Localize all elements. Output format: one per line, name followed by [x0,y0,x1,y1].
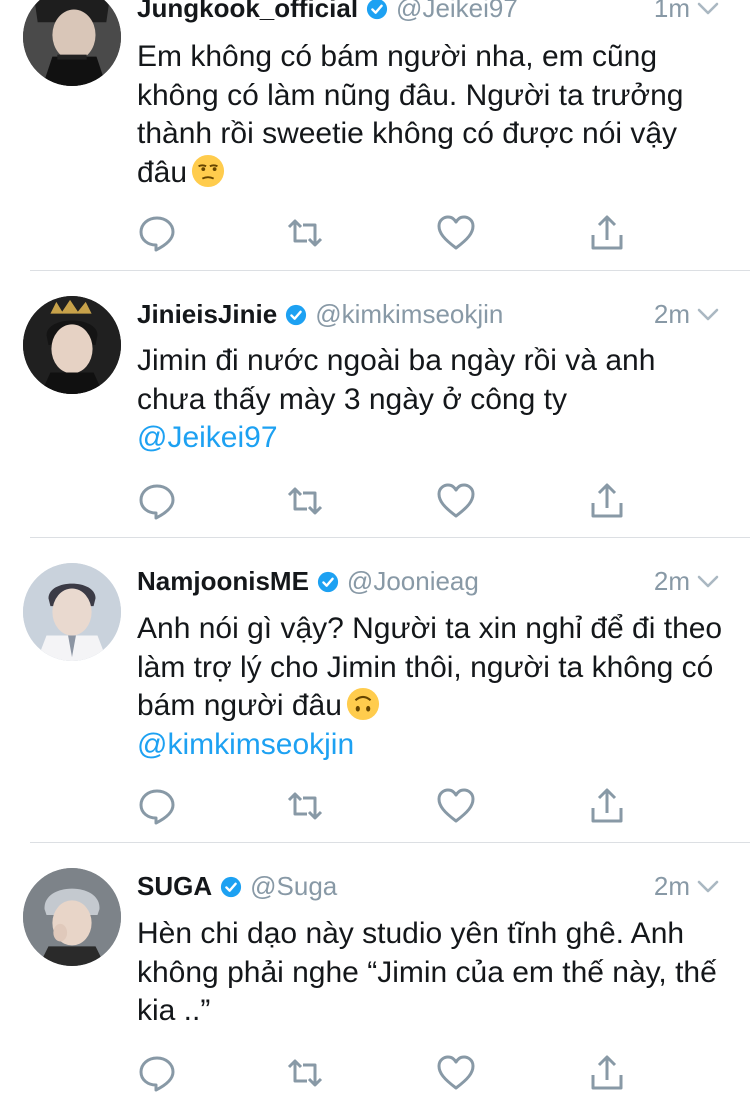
heart-icon [437,1055,475,1090]
tweet-actions [137,1053,637,1093]
avatar[interactable] [23,563,121,661]
tweet-actions [137,481,637,521]
user-handle[interactable]: @Suga [250,871,337,901]
display-name[interactable]: SUGA @Suga [137,869,337,903]
reply-button[interactable] [137,213,177,253]
tweet-1[interactable]: Jungkook_official @Jeikei97 1m Em không c… [0,0,750,270]
tweet-text: Hèn chi dạo này studio yên tĩnh ghê. Anh… [137,917,726,1027]
reply-button[interactable] [137,1053,177,1093]
mention-link[interactable]: @kimkimseokjin [137,728,354,761]
like-button[interactable] [436,786,476,826]
mention-link[interactable]: @Jeikei97 [137,421,278,454]
tweet-2[interactable]: JinieisJinie @kimkimseokjin 2m Jimin đi n… [0,271,750,537]
chevron-down-icon[interactable] [696,877,720,895]
share-button[interactable] [587,213,627,253]
like-button[interactable] [436,1053,476,1093]
retweet-button[interactable] [285,786,325,826]
retweet-button[interactable] [285,481,325,521]
verified-badge-icon [317,571,339,593]
retweet-button[interactable] [285,1053,325,1093]
heart-icon [437,215,475,250]
tweet-actions [137,786,637,826]
unamused-face-emoji [192,154,225,187]
chevron-down-icon[interactable] [696,572,720,590]
retweet-icon [287,219,323,247]
retweet-icon [287,1059,323,1087]
reply-icon [139,484,175,520]
timestamp: 2m [653,299,690,329]
retweet-icon [287,487,323,515]
tweet-header: NamjoonisME @Joonieag 2m [137,564,720,604]
verified-badge-icon [221,876,242,898]
share-button[interactable] [587,481,627,521]
tweet-text: Anh nói gì vậy? Người ta xin nghỉ để đi … [137,612,731,761]
heart-icon [437,483,475,518]
tweet-header: JinieisJinie @kimkimseokjin 2m [137,297,720,337]
retweet-button[interactable] [285,213,325,253]
share-icon [591,483,623,518]
upside-down-face-emoji [346,687,379,721]
share-icon [591,215,623,250]
timestamp: 2m [653,566,690,596]
tweet-text: Jimin đi nước ngoài ba ngày rồi và anh c… [137,344,664,454]
user-handle[interactable]: @Joonieag [347,566,479,596]
tweet-3[interactable]: NamjoonisME @Joonieag 2m Anh nói gì vậy? … [0,538,750,842]
chevron-down-icon[interactable] [696,305,720,323]
avatar[interactable] [23,0,121,86]
tweet-text: Em không có bám người nha, em cũng không… [137,40,692,189]
tweet-4[interactable]: SUGA @Suga 2m Hèn chi dạo này studio yên … [0,843,750,1092]
reply-icon [139,1056,175,1092]
display-name[interactable]: Jungkook_official @Jeikei97 [137,0,518,25]
tweet-actions [137,213,637,253]
reply-icon [139,216,175,252]
user-handle[interactable]: @Jeikei97 [396,0,518,23]
timestamp: 2m [653,871,690,901]
verified-badge-icon [286,304,307,326]
like-button[interactable] [436,213,476,253]
verified-badge-icon [366,0,388,20]
avatar[interactable] [23,296,121,394]
reply-button[interactable] [137,481,177,521]
share-button[interactable] [587,1053,627,1093]
user-handle[interactable]: @kimkimseokjin [315,299,503,329]
retweet-icon [287,792,323,820]
heart-icon [437,788,475,823]
share-button[interactable] [587,786,627,826]
timestamp: 1m [653,0,690,23]
tweet-header: Jungkook_official @Jeikei97 1m [137,0,720,31]
avatar[interactable] [23,868,121,966]
tweet-header: SUGA @Suga 2m [137,869,720,909]
display-name[interactable]: JinieisJinie @kimkimseokjin [137,297,503,331]
like-button[interactable] [436,481,476,521]
reply-button[interactable] [137,786,177,826]
reply-icon [139,789,175,825]
chevron-down-icon[interactable] [696,0,720,17]
display-name[interactable]: NamjoonisME @Joonieag [137,564,479,598]
share-icon [591,788,623,823]
share-icon [591,1055,623,1090]
